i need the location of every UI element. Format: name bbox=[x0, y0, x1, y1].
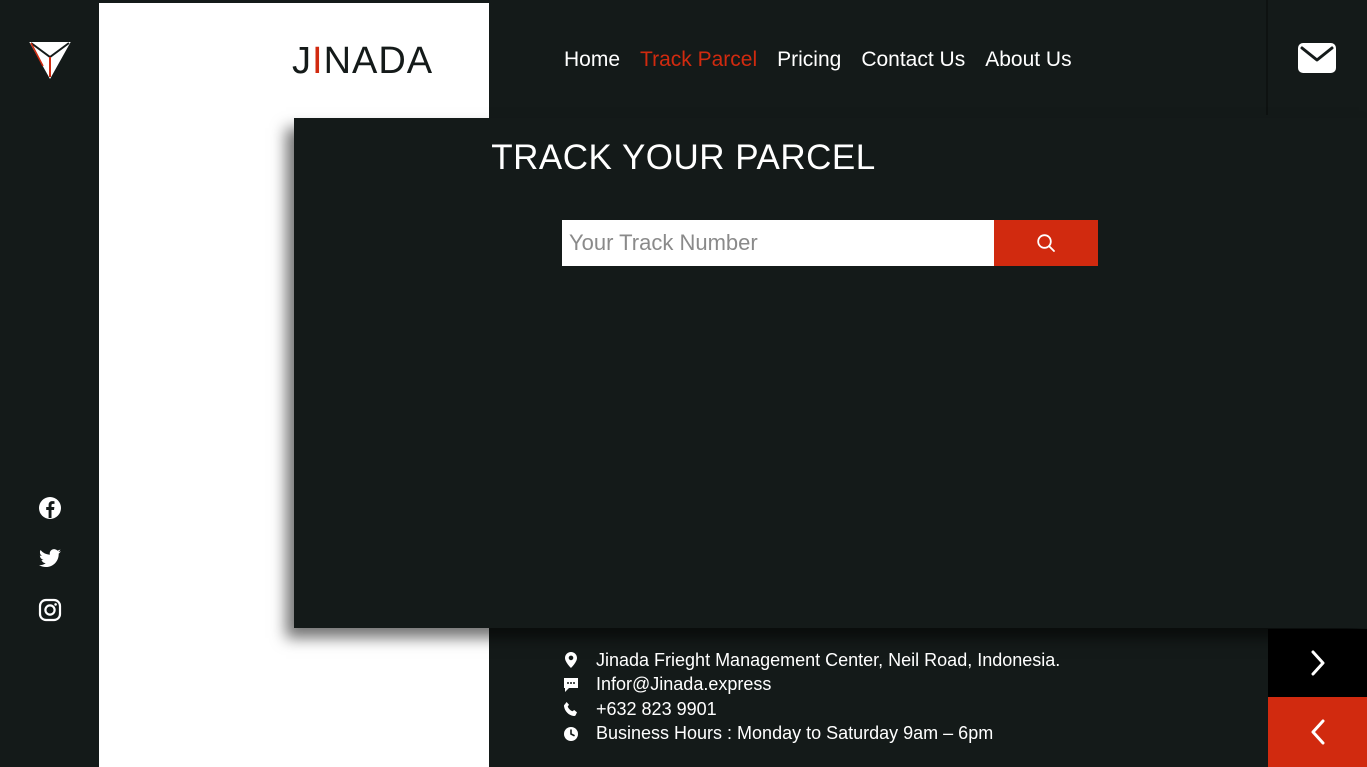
clock-icon bbox=[563, 726, 579, 742]
chevron-left-icon bbox=[1311, 719, 1324, 745]
prev-slide-button[interactable] bbox=[1268, 697, 1367, 767]
mail-button[interactable] bbox=[1297, 40, 1337, 76]
facebook-icon[interactable] bbox=[37, 495, 63, 521]
brand-accent: I bbox=[312, 40, 324, 82]
instagram-icon[interactable] bbox=[37, 597, 63, 623]
nav-pricing[interactable]: Pricing bbox=[777, 48, 841, 76]
contact-address-row: Jinada Frieght Management Center, Neil R… bbox=[563, 648, 1060, 673]
contact-phone[interactable]: +632 823 9901 bbox=[596, 699, 717, 720]
track-parcel-card bbox=[294, 118, 1367, 628]
nav-contact-us[interactable]: Contact Us bbox=[861, 48, 965, 76]
chevron-right-icon bbox=[1311, 650, 1324, 676]
nav-about-us[interactable]: About Us bbox=[985, 48, 1071, 76]
track-search-button[interactable] bbox=[994, 220, 1098, 266]
contact-hours: Business Hours : Monday to Saturday 9am … bbox=[596, 723, 994, 744]
contact-email[interactable]: Infor@Jinada.express bbox=[596, 674, 771, 695]
track-form bbox=[562, 220, 1098, 266]
left-sidebar bbox=[0, 0, 99, 767]
contact-hours-row: Business Hours : Monday to Saturday 9am … bbox=[563, 722, 1060, 747]
track-number-input[interactable] bbox=[562, 220, 994, 266]
contact-address: Jinada Frieght Management Center, Neil R… bbox=[596, 649, 1061, 670]
map-pin-icon bbox=[563, 652, 579, 669]
chat-icon bbox=[563, 677, 579, 693]
brand-suffix: NADA bbox=[323, 40, 434, 82]
twitter-icon[interactable] bbox=[37, 546, 63, 572]
nav-track-parcel[interactable]: Track Parcel bbox=[640, 48, 757, 76]
brand-prefix: J bbox=[292, 40, 312, 82]
mail-icon bbox=[1298, 43, 1336, 73]
next-slide-button[interactable] bbox=[1268, 629, 1367, 697]
contact-info: Jinada Frieght Management Center, Neil R… bbox=[563, 648, 1060, 746]
track-title: TRACK YOUR PARCEL bbox=[491, 138, 876, 177]
contact-email-row: Infor@Jinada.express bbox=[563, 673, 1060, 698]
search-icon bbox=[1037, 234, 1055, 252]
brand-logo[interactable]: JINADA bbox=[292, 40, 433, 84]
main-nav: Home Track Parcel Pricing Contact Us Abo… bbox=[564, 48, 1072, 76]
contact-phone-row: +632 823 9901 bbox=[563, 697, 1060, 722]
phone-icon bbox=[563, 701, 579, 717]
logo-icon[interactable] bbox=[29, 40, 71, 80]
nav-home[interactable]: Home bbox=[564, 48, 620, 76]
